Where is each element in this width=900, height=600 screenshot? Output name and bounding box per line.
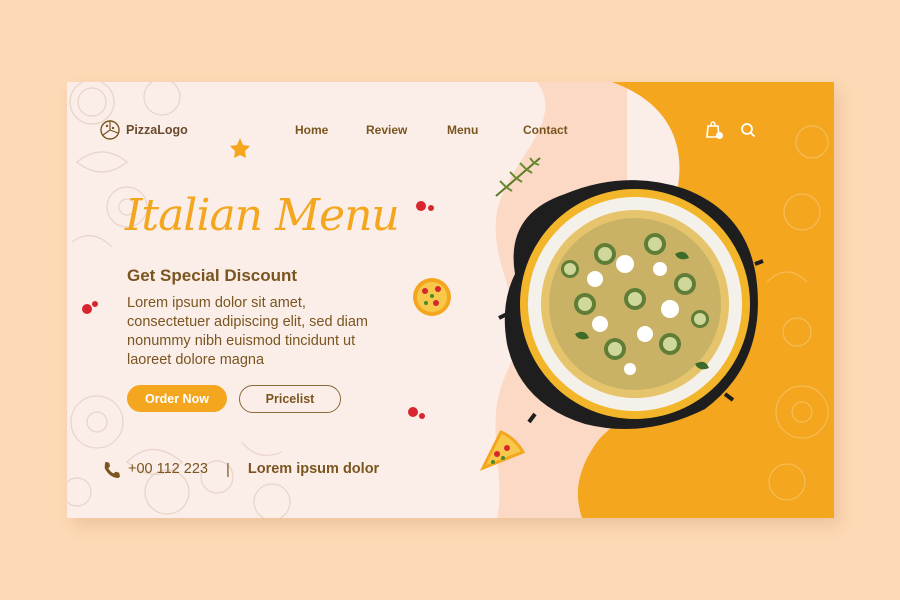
berry-decoration: [408, 407, 425, 419]
mini-pizza-decoration: [413, 278, 451, 316]
pizza-logo-icon: [100, 120, 120, 140]
footer-text: Lorem ipsum dolor: [247, 461, 380, 477]
landing-card: PizzaLogo Home Review Menu Contact Itali…: [67, 82, 834, 518]
hero-description: Lorem ipsum dolor sit amet, consectetuer…: [127, 295, 368, 368]
berry-decoration: [416, 201, 434, 211]
brand-logo[interactable]: PizzaLogo: [100, 120, 188, 140]
pricelist-button[interactable]: Pricelist: [239, 385, 341, 413]
top-navigation: PizzaLogo Home Review Menu Contact: [100, 120, 834, 142]
discount-subtitle: Get Special Discount: [127, 266, 298, 285]
pizza-image: [498, 180, 764, 429]
contact-footer: +00 112 223 | Lorem ipsum dolor: [102, 460, 379, 478]
nav-menu[interactable]: Menu: [447, 123, 478, 137]
star-decoration: [230, 138, 250, 158]
page-title: Italian Menu: [125, 190, 400, 241]
nav-contact[interactable]: Contact: [523, 123, 568, 137]
nav-home[interactable]: Home: [295, 123, 328, 137]
phone-icon: [104, 461, 120, 478]
shopping-bag-icon[interactable]: [704, 120, 724, 140]
footer-separator: |: [225, 460, 230, 478]
pizza-slice-decoration: [479, 430, 526, 471]
phone-number[interactable]: +00 112 223: [128, 461, 208, 477]
berry-decoration: [82, 301, 98, 314]
search-icon[interactable]: [738, 120, 758, 140]
logo-text: PizzaLogo: [126, 123, 188, 137]
nav-review[interactable]: Review: [366, 123, 407, 137]
order-now-button[interactable]: Order Now: [127, 385, 227, 412]
